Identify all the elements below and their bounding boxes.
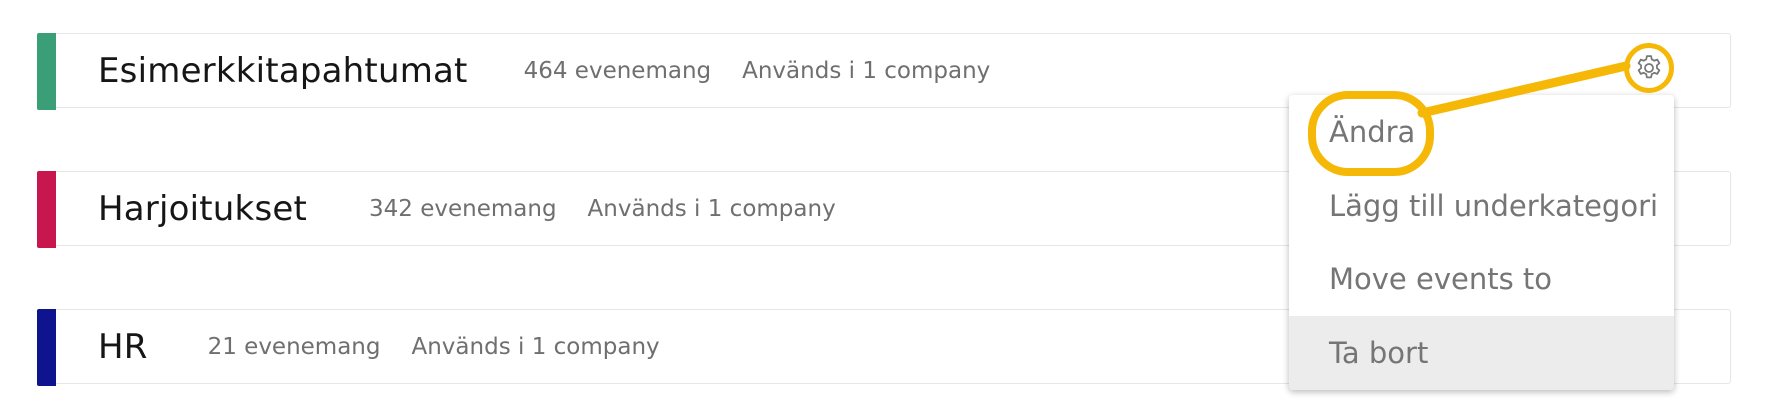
menu-item-add-subcategory[interactable]: Lägg till underkategori xyxy=(1289,169,1674,243)
category-title: Harjoitukset xyxy=(98,188,308,229)
event-count: 464 evenemang xyxy=(523,57,712,84)
menu-item-label: Ta bort xyxy=(1329,336,1429,370)
menu-item-label: Lägg till underkategori xyxy=(1329,189,1659,223)
menu-item-edit[interactable]: Ändra xyxy=(1289,95,1674,169)
category-color-bar xyxy=(37,33,56,110)
category-color-bar xyxy=(37,171,56,248)
event-count: 21 evenemang xyxy=(207,333,381,360)
category-color-bar xyxy=(37,309,56,386)
settings-dropdown-menu: Ändra Lägg till underkategori Move event… xyxy=(1289,95,1674,390)
category-title: Esimerkkitapahtumat xyxy=(98,50,468,91)
menu-item-move-events[interactable]: Move events to xyxy=(1289,242,1674,316)
usage-info: Används i 1 company xyxy=(587,195,836,222)
menu-item-delete[interactable]: Ta bort xyxy=(1289,316,1674,390)
usage-info: Används i 1 company xyxy=(411,333,660,360)
gear-icon xyxy=(1637,55,1661,79)
usage-info: Används i 1 company xyxy=(742,57,991,84)
category-info: Harjoitukset 342 evenemang Används i 1 c… xyxy=(98,172,836,245)
menu-item-label: Move events to xyxy=(1329,262,1553,296)
event-count: 342 evenemang xyxy=(369,195,557,222)
menu-item-label: Ändra xyxy=(1329,115,1416,149)
settings-button[interactable] xyxy=(1624,43,1674,93)
category-info: HR 21 evenemang Används i 1 company xyxy=(98,310,660,383)
category-info: Esimerkkitapahtumat 464 evenemang Använd… xyxy=(98,34,990,107)
category-title: HR xyxy=(98,326,148,367)
